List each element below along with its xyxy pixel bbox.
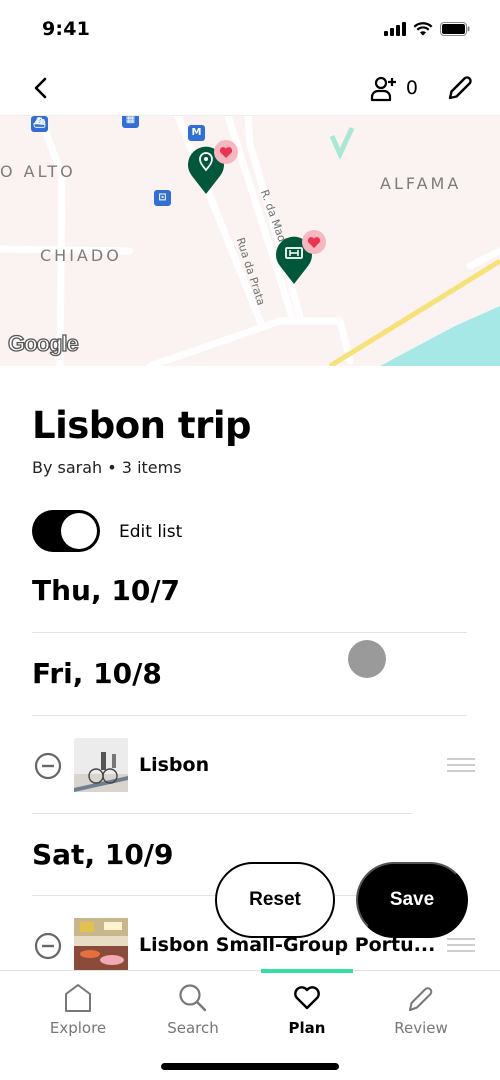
status-icons [384, 22, 470, 36]
map-label-alfama: ALFAMA [380, 174, 462, 193]
wifi-icon [413, 22, 433, 36]
edit-list-toggle[interactable] [32, 510, 100, 552]
collaborator-count: 0 [405, 77, 418, 99]
location-pin-icon [188, 140, 238, 194]
day-heading: Sat, 10/9 [32, 838, 174, 871]
edit-list-label: Edit list [119, 522, 183, 542]
pencil-icon [409, 987, 433, 1011]
back-button[interactable] [28, 74, 54, 102]
battery-icon [440, 22, 470, 36]
food-market-photo-thumbnail [74, 918, 128, 972]
divider [32, 813, 412, 814]
tab-label: Review [394, 1019, 448, 1037]
invite-collaborator-button[interactable]: 0 [370, 74, 418, 102]
edit-trip-button[interactable] [446, 74, 474, 102]
drag-handle-icon[interactable] [446, 756, 476, 774]
ferry-icon: ⛴ [31, 116, 48, 132]
list-item[interactable]: Lisbon [32, 738, 478, 794]
map-pin-attraction[interactable] [276, 228, 328, 290]
day-heading: Thu, 10/7 [32, 574, 181, 607]
add-person-icon [370, 76, 396, 102]
tab-label: Plan [288, 1019, 326, 1037]
tram-icon: ⊡ [154, 190, 171, 206]
cellular-signal-icon [384, 22, 406, 36]
save-button[interactable]: Save [356, 862, 468, 938]
tab-label: Search [167, 1019, 219, 1037]
bicycle-photo-thumbnail [74, 738, 128, 792]
item-thumbnail [74, 918, 128, 972]
trip-map[interactable]: O ALTO ALFAMA CHIADO Rua da Prata R. da … [0, 116, 500, 366]
tab-label: Explore [49, 1019, 107, 1037]
chevron-left-icon [34, 77, 47, 99]
item-title: Lisbon [139, 754, 210, 776]
drag-handle-icon[interactable] [446, 936, 476, 954]
transit-icon: ▦ [122, 116, 139, 128]
search-icon [179, 984, 207, 1012]
item-thumbnail [74, 738, 128, 792]
map-roads [0, 116, 500, 366]
active-tab-indicator [261, 969, 353, 973]
toggle-knob [61, 513, 97, 549]
tab-explore[interactable]: Explore [28, 983, 128, 1037]
trip-subtitle: By sarah • 3 items [32, 458, 182, 477]
day-heading: Fri, 10/8 [32, 657, 162, 690]
map-pin-location[interactable] [187, 138, 239, 200]
google-attribution-logo: Google [7, 330, 79, 356]
heart-icon [294, 986, 320, 1010]
tab-plan[interactable]: Plan [257, 983, 357, 1037]
touch-indicator [348, 640, 386, 678]
divider [32, 632, 467, 633]
home-icon [65, 984, 91, 1012]
tab-search[interactable]: Search [143, 983, 243, 1037]
pencil-icon [448, 76, 472, 100]
divider [32, 715, 467, 716]
nav-bar: 0 [0, 60, 500, 116]
ticket-pin-icon [276, 230, 326, 284]
remove-item-icon[interactable] [34, 932, 62, 960]
tab-review[interactable]: Review [371, 983, 471, 1037]
status-bar: 9:41 [0, 0, 500, 60]
map-label-bairro-alto: O ALTO [0, 162, 76, 181]
home-indicator [161, 1063, 339, 1070]
map-label-chiado: CHIADO [40, 246, 122, 265]
status-time: 9:41 [42, 18, 91, 40]
reset-button[interactable]: Reset [215, 862, 335, 938]
remove-item-icon[interactable] [34, 752, 62, 780]
trip-title: Lisbon trip [32, 404, 252, 447]
